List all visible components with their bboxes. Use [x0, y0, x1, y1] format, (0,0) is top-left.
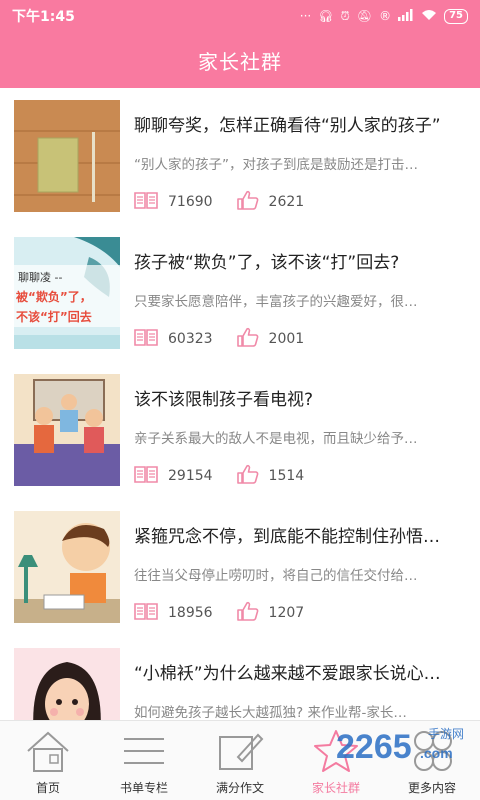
star-icon [314, 730, 358, 772]
tab-label: 更多内容 [407, 781, 456, 795]
headset-icon: 🎧︎ [318, 9, 334, 23]
tab-home[interactable]: 首页 [0, 721, 96, 800]
article-item[interactable]: “小棉袄”为什么越来越不爱跟家长说心… 如何避免孩子越长大越孤独? 来作业帮-家… [0, 636, 480, 720]
registered-icon: ® [379, 9, 392, 23]
more-icon [414, 731, 452, 771]
article-desc: 往往当父母停止唠叨时，将自己的信任交付给… [134, 568, 418, 584]
article-item[interactable]: 紧箍咒念不停，到底能不能控制住孙悟… 往往当父母停止唠叨时，将自己的信任交付给…… [0, 499, 480, 636]
article-desc: “别人家的孩子”，对孩子到底是鼓励还是打击… [134, 157, 418, 173]
article-desc: 只要家长愿意陪伴，丰富孩子的兴趣爱好，很… [134, 294, 418, 310]
status-time: 下午1:45 [12, 9, 75, 25]
house-icon [27, 731, 69, 772]
battery-indicator: 75 [444, 8, 468, 24]
article-desc: 如何避免孩子越长大越孤独? 来作业帮-家长… [134, 705, 407, 720]
article-item[interactable]: 聊聊凌 -- 被“欺负”了， 不该“打”回去 孩子被“欺负”了，该不该“打”回去… [0, 225, 480, 362]
like-count: 1514 [268, 468, 305, 484]
nav-bar: 家长社群 [0, 32, 480, 88]
tab-label: 家长社群 [311, 781, 360, 795]
article-item[interactable]: 聊聊夸奖，怎样正确看待“别人家的孩子” “别人家的孩子”，对孩子到底是鼓励还是打… [0, 88, 480, 225]
thumbs-up-icon[interactable] [236, 327, 259, 351]
bell-off-icon: 🔕︎ [356, 9, 373, 23]
dots-icon: ··· [299, 9, 312, 23]
book-icon [134, 465, 158, 487]
book-icon [134, 602, 158, 624]
bottom-tab-bar: 首页 书单专栏 满分作文 家长社群 更多内容 [0, 720, 480, 800]
article-title: 聊聊夸奖，怎样正确看待“别人家的孩子” [134, 116, 441, 136]
pencil-icon [219, 733, 264, 770]
like-count: 1207 [268, 605, 305, 621]
signal-icon [398, 8, 414, 24]
thumbs-up-icon[interactable] [236, 601, 259, 625]
wifi-icon [421, 9, 437, 24]
status-bar: 下午1:45 ··· 🎧︎ ⏰︎ 🔕︎ ® 75 [0, 0, 480, 32]
tab-more[interactable]: 更多内容 [384, 721, 480, 800]
tab-label: 书单专栏 [119, 781, 168, 795]
thumbs-up-icon[interactable] [236, 464, 259, 488]
article-thumbnail [14, 100, 120, 212]
article-item[interactable]: 该不该限制孩子看电视? 亲子关系最大的敌人不是电视，而且缺少给予… 29154 … [0, 362, 480, 499]
list-icon [124, 738, 164, 764]
book-icon [134, 191, 158, 213]
thumbs-up-icon[interactable] [236, 190, 259, 214]
article-desc: 亲子关系最大的敌人不是电视，而且缺少给予… [134, 431, 418, 447]
tab-label: 满分作文 [215, 781, 264, 795]
article-list[interactable]: 聊聊夸奖，怎样正确看待“别人家的孩子” “别人家的孩子”，对孩子到底是鼓励还是打… [0, 88, 480, 720]
article-thumbnail: 聊聊凌 -- 被“欺负”了， 不该“打”回去 [14, 237, 120, 349]
article-title: 紧箍咒念不停，到底能不能控制住孙悟… [134, 527, 440, 547]
view-count: 71690 [168, 194, 213, 210]
article-title: 该不该限制孩子看电视? [134, 390, 314, 410]
alarm-icon: ⏰︎ [340, 8, 350, 23]
tab-label: 首页 [35, 781, 60, 795]
status-icons: ··· 🎧︎ ⏰︎ 🔕︎ ® 75 [299, 8, 468, 24]
thumb-caption: 不该“打”回去 [16, 309, 92, 324]
view-count: 18956 [168, 605, 213, 621]
tab-booklist[interactable]: 书单专栏 [96, 721, 192, 800]
like-count: 2621 [268, 194, 305, 210]
thumb-caption: 聊聊凌 -- [18, 270, 62, 284]
article-thumbnail [14, 374, 120, 486]
article-thumbnail [14, 648, 120, 720]
view-count: 29154 [168, 468, 213, 484]
thumb-caption: 被“欺负”了， [16, 289, 92, 304]
article-title: 孩子被“欺负”了，该不该“打”回去? [134, 253, 400, 273]
article-title: “小棉袄”为什么越来越不爱跟家长说心… [134, 664, 441, 684]
view-count: 60323 [168, 331, 213, 347]
tab-essays[interactable]: 满分作文 [192, 721, 288, 800]
article-thumbnail [14, 511, 120, 623]
like-count: 2001 [268, 331, 305, 347]
page-title: 家长社群 [198, 49, 282, 74]
tab-community[interactable]: 家长社群 [288, 721, 384, 800]
book-icon [134, 328, 158, 350]
